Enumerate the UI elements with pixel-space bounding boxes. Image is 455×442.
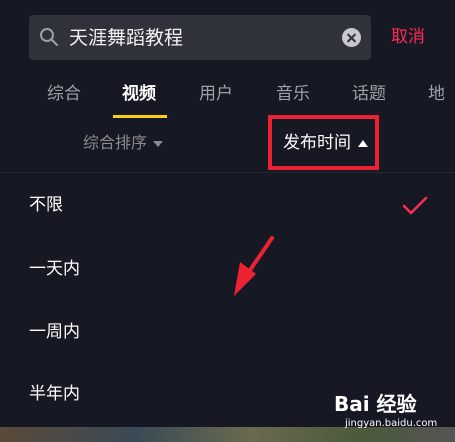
sort-filter-label: 综合排序: [83, 133, 148, 152]
search-input[interactable]: 天涯舞蹈教程: [69, 25, 183, 51]
divider: [0, 172, 455, 173]
tab-comprehensive[interactable]: 综合: [47, 82, 81, 106]
caret-down-icon: [153, 140, 164, 147]
option-one-week[interactable]: 一周内: [29, 320, 80, 344]
tab-video[interactable]: 视频: [122, 82, 156, 106]
active-tab-indicator: [113, 115, 167, 118]
search-bar[interactable]: 天涯舞蹈教程: [29, 15, 371, 60]
option-one-day[interactable]: 一天内: [29, 257, 80, 281]
baidu-watermark: Bai 经验 jingyan.baidu.com: [334, 392, 444, 432]
watermark-url: jingyan.baidu.com: [345, 418, 438, 429]
annotation-arrow-icon: [234, 236, 274, 296]
search-icon: [40, 28, 58, 46]
tab-topics[interactable]: 话题: [352, 82, 386, 106]
tab-users[interactable]: 用户: [199, 82, 233, 106]
option-half-year[interactable]: 半年内: [29, 382, 80, 406]
sort-filter-dropdown[interactable]: 综合排序: [83, 132, 164, 154]
clear-icon[interactable]: [342, 28, 361, 47]
tab-music[interactable]: 音乐: [276, 82, 310, 106]
watermark-brand: Bai 经验: [334, 392, 417, 416]
checkmark-icon: [402, 196, 428, 215]
option-unlimited[interactable]: 不限: [29, 193, 63, 217]
cancel-button[interactable]: 取消: [391, 26, 425, 48]
tab-places[interactable]: 地: [428, 82, 445, 106]
highlight-box: [268, 115, 379, 170]
